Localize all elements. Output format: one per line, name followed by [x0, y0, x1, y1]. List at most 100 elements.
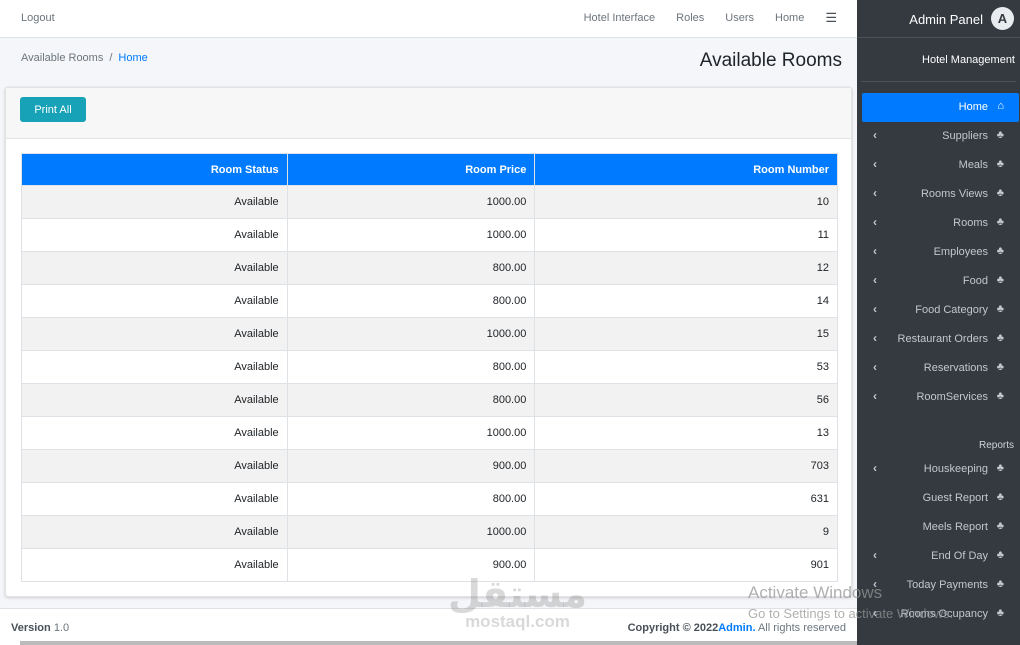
sidebar-item-reservations[interactable]: ‹ Reservations ♣ — [862, 354, 1019, 383]
sidebar-item-meels-report[interactable]: Meels Report ♣ — [862, 513, 1019, 542]
breadcrumb: Available Rooms / Home — [21, 52, 148, 64]
version-label: Version — [11, 622, 51, 634]
cell-room-price: 800.00 — [286, 350, 536, 384]
chevron-left-icon: ‹ — [873, 186, 877, 200]
sidebar-item-suppliers[interactable]: ‹ Suppliers ♣ — [862, 122, 1019, 151]
table-row: Available 1000.00 10 — [21, 185, 838, 219]
header-room-price: Room Price — [286, 153, 536, 186]
cell-room-price: 800.00 — [286, 251, 536, 285]
copyright: Copyright © 2022Admin. All rights reserv… — [628, 622, 846, 634]
table-row: Available 1000.00 13 — [21, 416, 838, 450]
sidebar-item-end-of-day[interactable]: ‹ End Of Day ♣ — [862, 542, 1019, 571]
tree-icon: ♣ — [996, 361, 1004, 373]
sidebar-item-roomservices[interactable]: ‹ RoomServices ♣ — [862, 383, 1019, 412]
hamburger-icon[interactable]: ☰ — [825, 10, 837, 26]
sidebar-item-food[interactable]: ‹ Food ♣ — [862, 267, 1019, 296]
sidebar-item-label: Home — [958, 101, 988, 113]
tree-icon: ♣ — [996, 578, 1004, 590]
watermark-latin: mostaql.com — [465, 612, 570, 631]
watermark-arabic: مستقل — [448, 572, 587, 616]
table-row: Available 900.00 901 — [21, 548, 838, 582]
nav-home[interactable]: Home — [775, 12, 804, 26]
table-row: Available 800.00 631 — [21, 482, 838, 516]
table-row: Available 1000.00 11 — [21, 218, 838, 252]
cell-room-price: 1000.00 — [286, 185, 536, 219]
table-row: Available 800.00 12 — [21, 251, 838, 285]
footer: Version 1.0 Copyright © 2022Admin. All r… — [0, 608, 857, 645]
chevron-left-icon: ‹ — [873, 577, 877, 591]
sidebar-item-employees[interactable]: ‹ Employees ♣ — [862, 238, 1019, 267]
sidebar-item-rooms[interactable]: ‹ Rooms ♣ — [862, 209, 1019, 238]
cell-room-status: Available — [21, 218, 288, 252]
copyright-text: Copyright © 2022 — [627, 622, 719, 634]
cell-room-number: 13 — [534, 416, 838, 450]
sidebar-item-food-category[interactable]: ‹ Food Category ♣ — [862, 296, 1019, 325]
table-row: Available 800.00 14 — [21, 284, 838, 318]
sidebar-item-rooms-views[interactable]: ‹ Rooms Views ♣ — [862, 180, 1019, 209]
sidebar-item-guest-report[interactable]: Guest Report ♣ — [862, 484, 1019, 513]
cell-room-status: Available — [21, 548, 288, 582]
cell-room-number: 56 — [534, 383, 838, 417]
cell-room-price: 1000.00 — [286, 515, 536, 549]
sidebar-menu: Home ⌂ ‹ Suppliers ♣ ‹ Meals ♣ ‹ Rooms Views ♣ ‹ Roo… — [862, 93, 1019, 629]
breadcrumb-home-link[interactable]: Home — [118, 52, 147, 64]
table-row: Available 800.00 56 — [21, 383, 838, 417]
breadcrumb-separator: / — [109, 52, 113, 64]
sidebar-item-today-payments[interactable]: ‹ Today Payments ♣ — [862, 571, 1019, 600]
cell-room-status: Available — [21, 515, 288, 549]
rooms-card: Print All Room Status Room Price Room Nu… — [5, 87, 852, 597]
cell-room-number: 12 — [534, 251, 838, 285]
header-room-status: Room Status — [21, 153, 288, 186]
nav-hotel-interface[interactable]: Hotel Interface — [584, 12, 656, 26]
sidebar-brand[interactable]: Admin Panel A — [857, 0, 1020, 38]
cell-room-price: 800.00 — [286, 482, 536, 516]
nav-users[interactable]: Users — [725, 12, 754, 26]
chevron-left-icon: ‹ — [873, 606, 877, 620]
chevron-left-icon: ‹ — [873, 461, 877, 475]
rooms-table: Room Status Room Price Room Number Avail… — [21, 153, 838, 582]
sidebar-item-home[interactable]: Home ⌂ — [862, 93, 1019, 122]
tree-icon: ♣ — [996, 216, 1004, 228]
chevron-left-icon: ‹ — [873, 128, 877, 142]
chevron-left-icon: ‹ — [873, 273, 877, 287]
version-info: Version 1.0 — [11, 622, 69, 634]
cell-room-number: 11 — [534, 218, 838, 252]
copyright-brand-link[interactable]: Admin. — [718, 622, 755, 634]
tree-icon: ♣ — [996, 462, 1004, 474]
cell-room-status: Available — [21, 383, 288, 417]
sidebar-item-rooms-ocupancy[interactable]: ‹ Rooms Ocupancy ♣ — [862, 600, 1019, 629]
horizontal-scrollbar[interactable] — [20, 641, 857, 645]
cell-room-number: 9 — [534, 515, 838, 549]
tree-icon: ♣ — [996, 520, 1004, 532]
reports-section-header: Reports — [862, 425, 1019, 455]
sidebar-item-label: Reservations — [923, 362, 988, 374]
tree-icon: ♣ — [996, 607, 1004, 619]
chevron-left-icon: ‹ — [873, 157, 877, 171]
chevron-left-icon: ‹ — [873, 548, 877, 562]
sidebar-item-label: Meels Report — [922, 521, 988, 533]
logout-link[interactable]: Logout — [21, 12, 55, 24]
sidebar-item-restaurant-orders[interactable]: ‹ Restaurant Orders ♣ — [862, 325, 1019, 354]
sidebar-item-houskeeping[interactable]: ‹ Houskeeping ♣ — [862, 455, 1019, 484]
top-nav-links: Hotel Interface Roles Users Home ☰ — [584, 10, 837, 26]
tree-icon: ♣ — [996, 303, 1004, 315]
cell-room-price: 800.00 — [286, 383, 536, 417]
tree-icon: ♣ — [996, 158, 1004, 170]
sidebar-item-label: Restaurant Orders — [897, 333, 988, 345]
print-all-button[interactable]: Print All — [20, 97, 86, 122]
sidebar-subtitle-panel: Hotel Management — [861, 38, 1016, 82]
rights-text: All rights reserved — [757, 622, 846, 634]
sidebar-item-label: Houskeeping — [923, 463, 988, 475]
tree-icon: ♣ — [996, 245, 1004, 257]
cell-room-price: 1000.00 — [286, 416, 536, 450]
tree-icon: ♣ — [996, 129, 1004, 141]
cell-room-status: Available — [21, 251, 288, 285]
sidebar-item-meals[interactable]: ‹ Meals ♣ — [862, 151, 1019, 180]
sidebar-item-label: Guest Report — [922, 492, 988, 504]
nav-roles[interactable]: Roles — [676, 12, 704, 26]
table-row: Available 800.00 53 — [21, 350, 838, 384]
cell-room-status: Available — [21, 482, 288, 516]
header-room-number: Room Number — [534, 153, 838, 186]
sidebar-item-label: Food — [962, 275, 988, 287]
page-title: Available Rooms — [699, 50, 842, 71]
